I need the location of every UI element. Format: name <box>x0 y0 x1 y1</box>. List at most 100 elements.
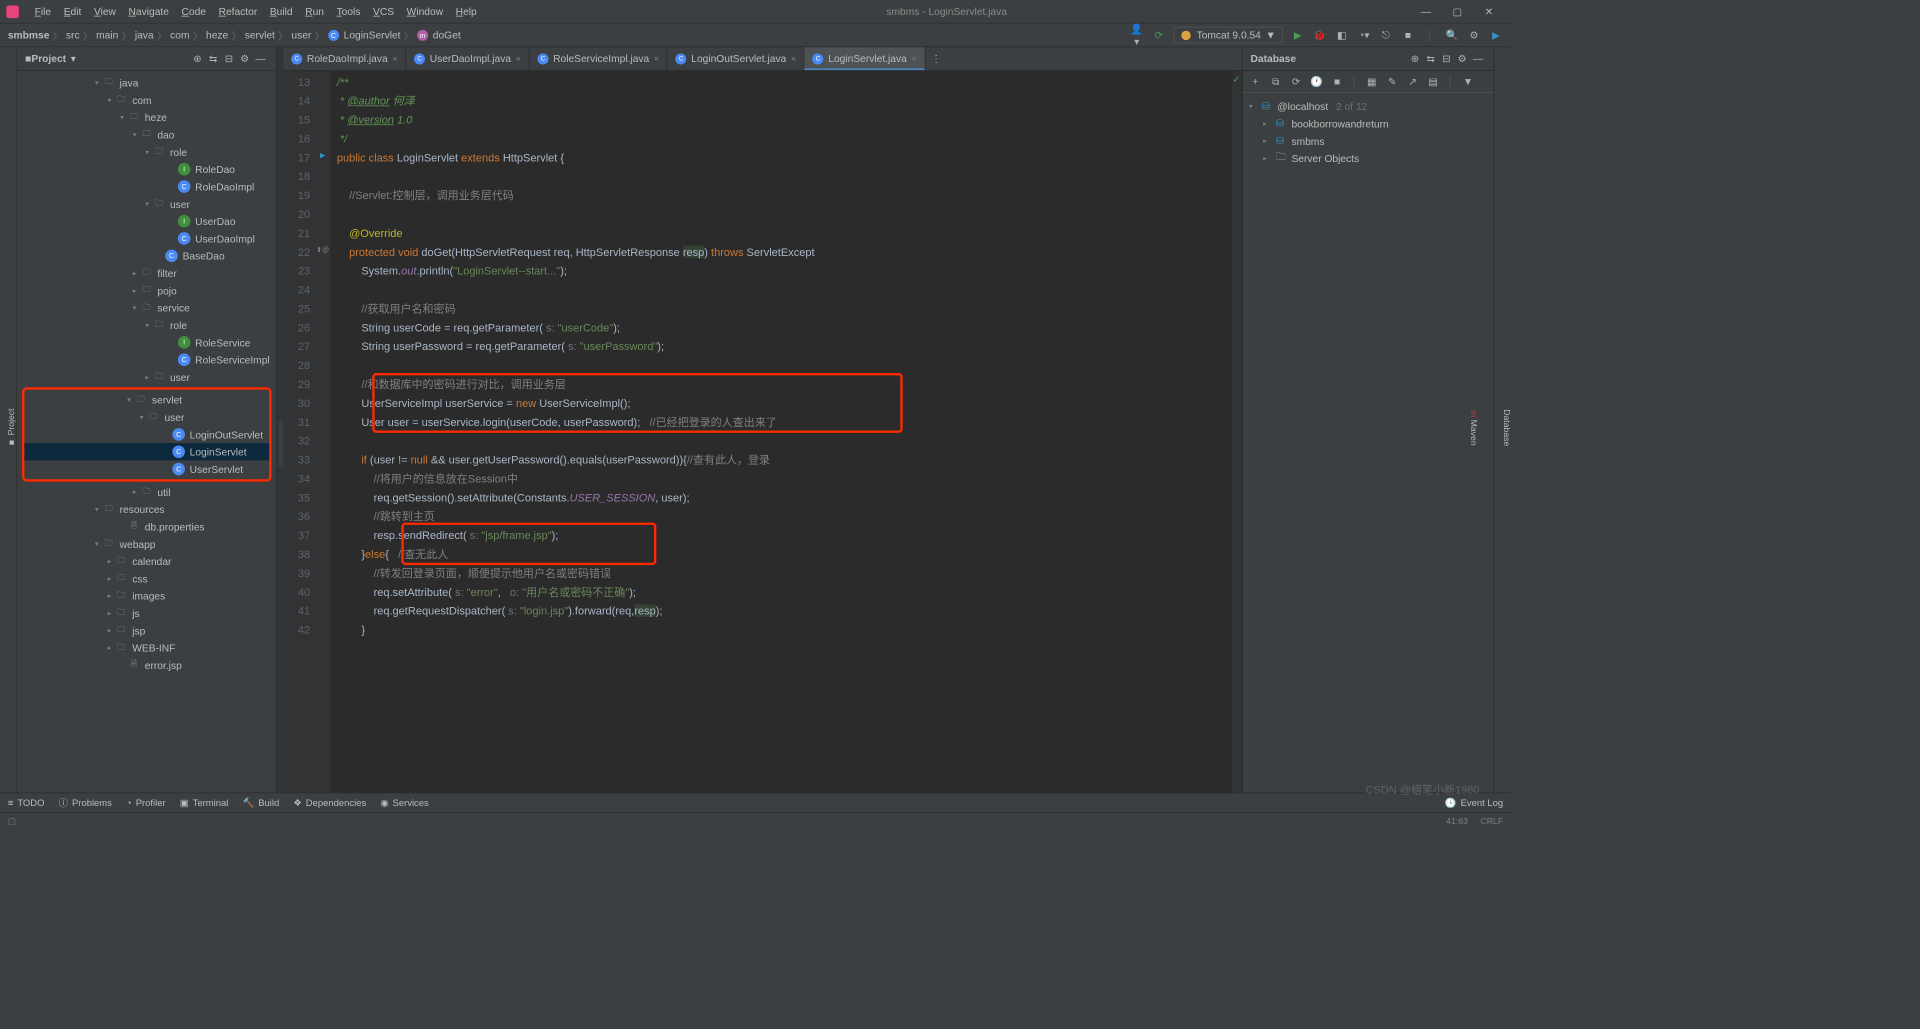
run-configuration[interactable]: Tomcat 9.0.54 ▼ <box>1174 27 1283 44</box>
tree-node-service[interactable]: ▾🗀service <box>17 299 276 316</box>
tree-node-css[interactable]: ▸🗀css <box>17 570 276 587</box>
tree-node-db.properties[interactable]: 🗎db.properties <box>17 518 276 535</box>
menu-view[interactable]: View <box>88 6 123 18</box>
db-node-bookborrowandreturn[interactable]: ▸⛁bookborrowandreturn <box>1249 115 1487 132</box>
tree-node-pojo[interactable]: ▸🗀pojo <box>17 282 276 299</box>
database-tree[interactable]: ▾ ⛁ @localhost 2 of 12 ▸⛁bookborrowandre… <box>1243 93 1494 172</box>
maven-tool-tab[interactable]: m Maven <box>1469 410 1478 446</box>
tree-node-UserDao[interactable]: IUserDao <box>17 212 276 229</box>
tree-node-images[interactable]: ▸🗀images <box>17 587 276 604</box>
search-icon[interactable]: 🔍 <box>1445 29 1459 42</box>
crumb-java[interactable]: java <box>135 29 154 41</box>
collapse-icon[interactable]: ⊟ <box>221 52 237 65</box>
project-tree[interactable]: ▾🗀java▾🗀com▾🗀heze▾🗀dao▾🗀roleIRoleDaoCRol… <box>17 71 276 793</box>
tree-node-servlet[interactable]: ▾🗀servlet <box>24 391 269 408</box>
maximize-button[interactable]: ▢ <box>1442 5 1473 18</box>
menu-file[interactable]: File <box>28 6 57 18</box>
filter-icon[interactable]: ▼ <box>1462 76 1475 88</box>
menu-run[interactable]: Run <box>299 6 330 18</box>
tree-node-user[interactable]: ▸🗀user <box>17 368 276 385</box>
settings-icon[interactable]: ⚙ <box>1454 52 1470 65</box>
tab-LoginServlet.java[interactable]: CLoginServlet.java× <box>805 47 926 70</box>
problems-button[interactable]: ⓘProblems <box>59 796 112 809</box>
edit-icon[interactable]: ✎ <box>1386 75 1399 88</box>
tree-node-LoginServlet[interactable]: CLoginServlet <box>24 443 269 460</box>
attach-button[interactable]: ⎋ <box>1379 29 1393 42</box>
locate-icon[interactable]: ⊕ <box>1407 52 1423 65</box>
tree-node-calendar[interactable]: ▸🗀calendar <box>17 552 276 569</box>
settings-icon[interactable]: ⚙ <box>1467 29 1481 42</box>
crumb-src[interactable]: src <box>66 29 80 41</box>
hide-icon[interactable]: — <box>1470 53 1486 65</box>
tree-node-role[interactable]: ▾🗀role <box>17 316 276 333</box>
tree-node-heze[interactable]: ▾🗀heze <box>17 109 276 126</box>
menu-build[interactable]: Build <box>264 6 299 18</box>
editor-body[interactable]: 1314151617181920212223242526272829303132… <box>283 71 1242 793</box>
tree-node-dao[interactable]: ▾🗀dao <box>17 126 276 143</box>
stop-button[interactable]: ■ <box>1401 29 1415 41</box>
crumb-user[interactable]: user <box>291 29 311 41</box>
db-root[interactable]: @localhost <box>1277 100 1328 112</box>
tab-LoginOutServlet.java[interactable]: CLoginOutServlet.java× <box>668 47 805 70</box>
db-node-smbms[interactable]: ▸⛁smbms <box>1249 132 1487 149</box>
tree-node-RoleDaoImpl[interactable]: CRoleDaoImpl <box>17 178 276 195</box>
profile-button[interactable]: ◔▾ <box>1357 29 1371 42</box>
crumb-heze[interactable]: heze <box>206 29 228 41</box>
tree-node-LoginOutServlet[interactable]: CLoginOutServlet <box>24 426 269 443</box>
crumb-LoginServlet[interactable]: LoginServlet <box>344 29 401 41</box>
tree-node-RoleService[interactable]: IRoleService <box>17 334 276 351</box>
tree-node-UserDaoImpl[interactable]: CUserDaoImpl <box>17 230 276 247</box>
menu-vcs[interactable]: VCS <box>367 6 401 18</box>
terminal-button[interactable]: ▣Terminal <box>180 797 229 808</box>
tree-node-RoleServiceImpl[interactable]: CRoleServiceImpl <box>17 351 276 368</box>
menu-navigate[interactable]: Navigate <box>122 6 175 18</box>
close-button[interactable]: ✕ <box>1473 5 1504 18</box>
project-tool-tab[interactable]: ■ Project <box>7 408 16 447</box>
tree-node-resources[interactable]: ▾🗀resources <box>17 501 276 518</box>
settings-icon[interactable]: ⚙ <box>237 52 253 65</box>
tab-UserDaoImpl.java[interactable]: CUserDaoImpl.java× <box>406 47 529 70</box>
hide-icon[interactable]: — <box>253 53 269 65</box>
line-separator[interactable]: CRLF <box>1481 817 1504 826</box>
tree-node-java[interactable]: ▾🗀java <box>17 74 276 91</box>
menu-edit[interactable]: Edit <box>57 6 87 18</box>
crumb-servlet[interactable]: servlet <box>245 29 275 41</box>
crumb-com[interactable]: com <box>170 29 189 41</box>
services-button[interactable]: ◉Services <box>380 797 428 808</box>
build-icon[interactable]: ⟳ <box>1152 29 1166 42</box>
duplicate-icon[interactable]: ⧉ <box>1269 75 1282 88</box>
tree-node-role[interactable]: ▾🗀role <box>17 143 276 160</box>
tree-node-UserServlet[interactable]: CUserServlet <box>24 460 269 477</box>
jump-icon[interactable]: ↗ <box>1406 75 1419 88</box>
event-log-button[interactable]: 🕓Event Log <box>1445 797 1503 808</box>
code-area[interactable]: /** * @author 何泽 * @version 1.0 */public… <box>331 71 1242 793</box>
debug-button[interactable]: 🐞 <box>1313 29 1327 42</box>
minimize-button[interactable]: — <box>1410 6 1441 18</box>
menu-help[interactable]: Help <box>449 6 483 18</box>
tree-node-WEB-INF[interactable]: ▸🗀WEB-INF <box>17 639 276 656</box>
tree-node-jsp[interactable]: ▸🗀jsp <box>17 622 276 639</box>
console-icon[interactable]: ▤ <box>1427 75 1440 88</box>
tree-node-user[interactable]: ▾🗀user <box>17 195 276 212</box>
locate-icon[interactable]: ⊕ <box>190 52 206 65</box>
tab-RoleServiceImpl.java[interactable]: CRoleServiceImpl.java× <box>530 47 668 70</box>
tool-window-button[interactable]: ▢ <box>8 816 16 826</box>
add-icon[interactable]: + <box>1249 76 1262 88</box>
table-icon[interactable]: ▦ <box>1366 75 1379 88</box>
tabs-more[interactable]: ⋮ <box>925 47 947 70</box>
breadcrumb[interactable]: smbmse〉src〉main〉java〉com〉heze〉servlet〉us… <box>8 28 461 43</box>
run-button[interactable]: ▶ <box>1291 29 1305 42</box>
menu-window[interactable]: Window <box>400 6 449 18</box>
tree-node-filter[interactable]: ▸🗀filter <box>17 264 276 281</box>
tab-RoleDaoImpl.java[interactable]: CRoleDaoImpl.java× <box>283 47 406 70</box>
learn-icon[interactable]: ▶ <box>1489 29 1503 42</box>
crumb-main[interactable]: main <box>96 29 118 41</box>
crumb-doGet[interactable]: doGet <box>433 29 461 41</box>
tree-node-webapp[interactable]: ▾🗀webapp <box>17 535 276 552</box>
tree-node-js[interactable]: ▸🗀js <box>17 604 276 621</box>
sync-icon[interactable]: 🕐 <box>1310 75 1323 88</box>
menu-refactor[interactable]: Refactor <box>212 6 263 18</box>
stop-icon[interactable]: ■ <box>1331 76 1344 88</box>
user-icon[interactable]: 👤▾ <box>1130 22 1144 47</box>
todo-button[interactable]: ≡TODO <box>8 797 45 808</box>
